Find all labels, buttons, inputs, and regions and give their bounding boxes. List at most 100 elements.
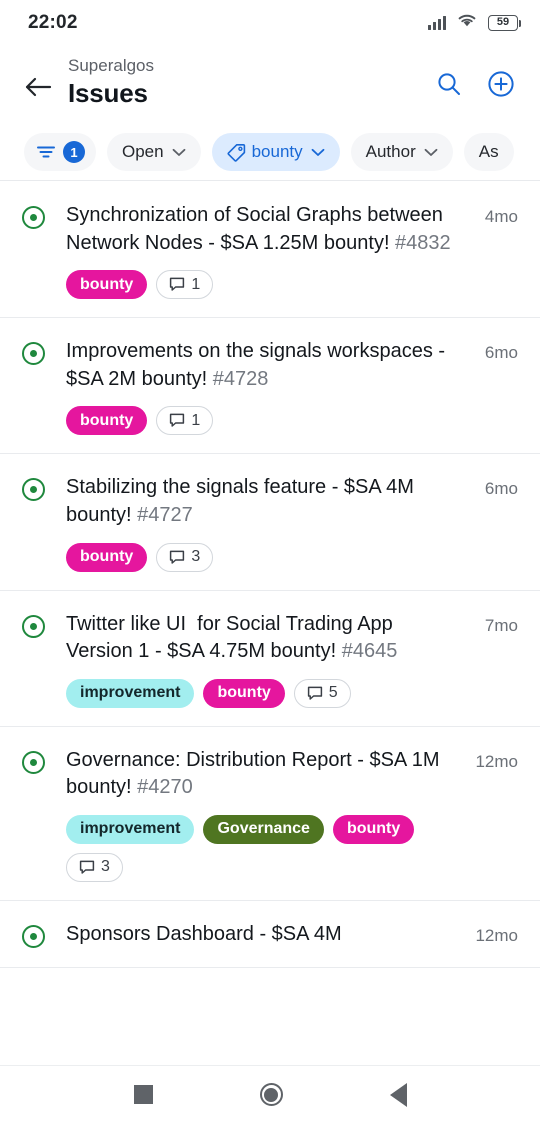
search-icon xyxy=(438,73,460,95)
create-issue-button[interactable] xyxy=(484,67,518,101)
issue-title[interactable]: Governance: Distribution Report - $SA 1M… xyxy=(66,747,456,802)
cellular-signal-icon xyxy=(428,15,446,30)
issue-open-icon xyxy=(22,750,45,774)
issue-state-cell xyxy=(22,611,66,708)
issue-state-cell xyxy=(22,747,66,882)
issue-title[interactable]: Twitter like UI for Social Trading App V… xyxy=(66,611,456,666)
wifi-icon xyxy=(457,13,477,33)
filter-chip-author-label: Author xyxy=(365,142,416,161)
issue-body: Stabilizing the signals feature - $SA 4M… xyxy=(66,474,466,572)
issue-title[interactable]: Improvements on the signals workspaces -… xyxy=(66,338,456,393)
filter-chip-state-label: Open xyxy=(122,142,164,161)
comment-icon xyxy=(170,550,185,564)
triangle-back-icon[interactable] xyxy=(389,1082,407,1107)
issue-open-icon xyxy=(22,342,45,366)
issue-label[interactable]: bounty xyxy=(66,270,148,300)
search-button[interactable] xyxy=(432,67,466,101)
circle-home-icon[interactable] xyxy=(259,1083,283,1106)
issue-labels: bounty 3 xyxy=(66,542,456,572)
chevron-down-icon xyxy=(311,148,325,156)
issue-number: #4728 xyxy=(207,367,269,390)
filter-chip-assignee[interactable]: As xyxy=(463,133,514,171)
comment-count-badge: 1 xyxy=(156,406,214,436)
issue-title[interactable]: Synchronization of Social Graphs between… xyxy=(66,202,456,257)
issue-label[interactable]: improvement xyxy=(66,814,195,844)
issue-row[interactable]: Sponsors Dashboard - $SA 4M 12mo xyxy=(0,900,540,968)
issue-state-cell xyxy=(22,338,66,435)
filter-chip-assignee-label: As xyxy=(478,142,499,161)
issue-body: Improvements on the signals workspaces -… xyxy=(66,338,466,436)
filter-chip-label-bounty-label: bounty xyxy=(251,142,303,161)
issue-open-icon xyxy=(22,614,45,638)
battery-icon: 59 xyxy=(488,14,521,31)
issue-timestamp: 7mo xyxy=(484,615,518,635)
comment-count: 1 xyxy=(191,411,201,429)
comment-icon xyxy=(170,277,185,291)
issue-label[interactable]: bounty xyxy=(66,542,148,572)
issue-open-icon xyxy=(22,924,45,948)
issue-body: Twitter like UI for Social Trading App V… xyxy=(66,611,466,708)
filter-chip-label-bounty[interactable]: bounty xyxy=(211,133,340,171)
issue-label[interactable]: bounty xyxy=(332,814,415,844)
status-time: 22:02 xyxy=(28,11,78,33)
status-bar: 22:02 59 xyxy=(0,0,540,45)
filter-bar[interactable]: 1 Open bounty Author As xyxy=(0,123,540,181)
issue-timestamp: 12mo xyxy=(475,751,518,771)
issue-labels: improvement bounty 5 xyxy=(66,678,456,708)
header-actions xyxy=(432,67,518,101)
issue-row[interactable]: Stabilizing the signals feature - $SA 4M… xyxy=(0,454,540,591)
issue-number: #4270 xyxy=(131,776,193,799)
issue-body: Governance: Distribution Report - $SA 1M… xyxy=(66,747,466,882)
comment-count-badge: 3 xyxy=(156,542,214,572)
issue-timestamp: 12mo xyxy=(475,925,518,945)
tag-icon xyxy=(227,143,245,162)
comment-count: 5 xyxy=(328,684,338,702)
app-header: Superalgos Issues xyxy=(0,45,540,123)
issue-row[interactable]: Improvements on the signals workspaces -… xyxy=(0,318,540,455)
filter-active-count: 1 xyxy=(63,141,85,163)
issue-state-cell xyxy=(22,474,66,571)
issue-open-icon xyxy=(22,206,45,229)
issue-label[interactable]: Governance xyxy=(203,814,324,844)
issue-label[interactable]: bounty xyxy=(203,678,285,708)
comment-icon xyxy=(170,414,185,428)
issue-body: Sponsors Dashboard - $SA 4M xyxy=(66,921,466,949)
issue-label[interactable]: bounty xyxy=(66,406,148,436)
issue-row[interactable]: Twitter like UI for Social Trading App V… xyxy=(0,590,540,727)
issue-number: #4727 xyxy=(131,503,193,526)
issue-label[interactable]: improvement xyxy=(66,678,195,708)
comment-count: 1 xyxy=(191,275,201,293)
issue-timestamp: 6mo xyxy=(484,479,518,499)
comment-count-badge: 3 xyxy=(66,852,123,882)
issue-title[interactable]: Sponsors Dashboard - $SA 4M xyxy=(66,921,456,949)
comment-count-badge: 5 xyxy=(293,678,351,708)
issue-number: #4832 xyxy=(389,231,451,254)
issue-title[interactable]: Stabilizing the signals feature - $SA 4M… xyxy=(66,474,456,529)
issue-labels: improvement Governance bounty 3 xyxy=(66,814,456,882)
comment-count: 3 xyxy=(191,548,201,566)
issue-body: Synchronization of Social Graphs between… xyxy=(66,202,466,300)
status-icons: 59 xyxy=(428,13,521,33)
back-button[interactable] xyxy=(16,65,60,109)
issue-timestamp: 6mo xyxy=(484,343,518,363)
issue-timestamp: 4mo xyxy=(484,207,518,226)
chevron-down-icon xyxy=(424,148,438,156)
chevron-down-icon xyxy=(172,148,185,156)
repo-name[interactable]: Superalgos xyxy=(68,55,432,78)
filter-chip-state[interactable]: Open xyxy=(107,133,201,171)
issue-labels: bounty 1 xyxy=(66,406,456,436)
comment-count: 3 xyxy=(101,858,110,876)
square-recents-icon[interactable] xyxy=(133,1085,153,1104)
issue-list[interactable]: Synchronization of Social Graphs between… xyxy=(0,182,540,1065)
issue-row[interactable]: Synchronization of Social Graphs between… xyxy=(0,182,540,319)
plus-circle-icon xyxy=(488,71,514,97)
page-title: Issues xyxy=(68,77,148,108)
issue-row[interactable]: Governance: Distribution Report - $SA 1M… xyxy=(0,726,540,901)
issue-state-cell xyxy=(22,921,66,949)
android-nav-bar[interactable] xyxy=(0,1065,540,1123)
filter-chip-all-filters[interactable]: 1 xyxy=(24,133,96,171)
filter-chip-author[interactable]: Author xyxy=(350,133,453,171)
issue-number: #4645 xyxy=(336,640,398,663)
issue-labels: bounty 1 xyxy=(66,270,456,300)
comment-count-badge: 1 xyxy=(156,270,214,300)
